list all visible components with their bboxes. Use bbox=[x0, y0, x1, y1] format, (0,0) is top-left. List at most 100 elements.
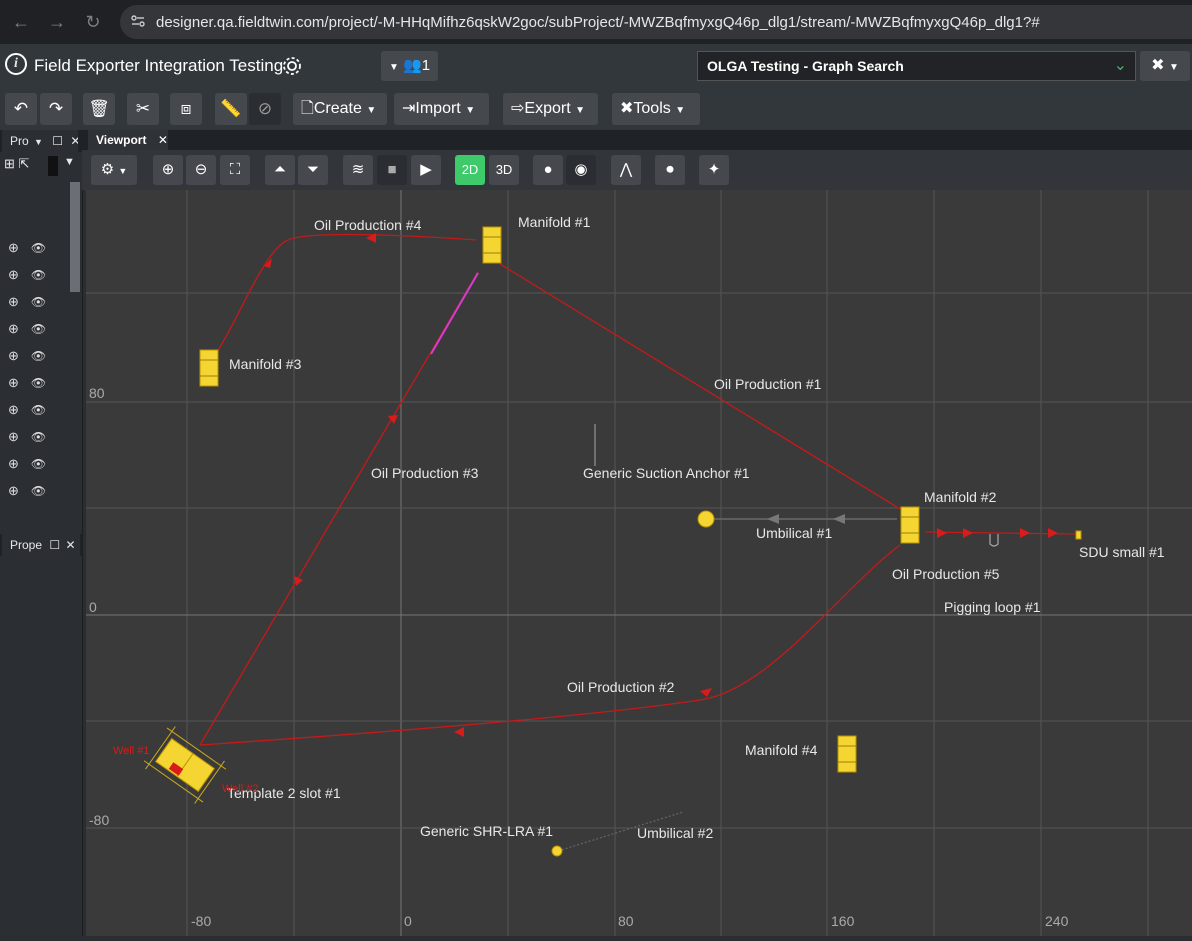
sdu-small-symbol[interactable] bbox=[1075, 530, 1082, 540]
visibility-icon[interactable]: 👁 bbox=[31, 349, 46, 363]
toggle-layer-icon[interactable]: ⊕ bbox=[8, 294, 19, 309]
manifold-1-symbol[interactable] bbox=[482, 226, 502, 264]
visibility-icon[interactable]: 👁 bbox=[31, 268, 46, 282]
well-1-label[interactable]: Well #1 bbox=[113, 745, 149, 757]
visibility-icon[interactable]: 👁 bbox=[31, 241, 46, 255]
project-item-row[interactable]: ⊕ 👁 bbox=[8, 429, 58, 451]
play-button[interactable]: ▶ bbox=[411, 155, 441, 185]
lower-surface-button[interactable]: ⏷ bbox=[298, 155, 328, 185]
project-item-row[interactable]: ⊕ 👁 bbox=[8, 456, 58, 478]
project-item-row[interactable]: ⊕ 👁 bbox=[8, 294, 58, 316]
toggle-layer-icon[interactable]: ⊕ bbox=[8, 348, 19, 363]
delete-button[interactable]: 🗑 bbox=[83, 93, 115, 125]
view-settings-button[interactable]: ⚙ ▼ bbox=[91, 155, 137, 185]
panel-search-field[interactable] bbox=[48, 156, 58, 176]
tools-menu-button[interactable]: ✖Tools ▼ bbox=[612, 93, 700, 125]
suction-anchor-symbol[interactable] bbox=[697, 510, 715, 528]
project-item-row[interactable]: ⊕ 👁 bbox=[8, 375, 58, 397]
undo-button[interactable]: ↶ bbox=[5, 93, 37, 125]
caret-down-icon[interactable]: ▼ bbox=[34, 137, 43, 147]
viewport-canvas[interactable]: 80 0 -80 -80 0 80 160 240 Manifold #1 Oi… bbox=[86, 190, 1192, 936]
mode-2d-button[interactable]: 2D bbox=[455, 155, 485, 185]
ai-button[interactable]: ✦ bbox=[699, 155, 729, 185]
users-dropdown-button[interactable]: ▼ 👥1 bbox=[381, 51, 438, 81]
visibility-icon[interactable]: 👁 bbox=[31, 403, 46, 417]
project-item-row[interactable]: ⊕ 👁 bbox=[8, 240, 58, 262]
oil-production-2-label[interactable]: Oil Production #2 bbox=[567, 679, 675, 695]
visibility-icon[interactable]: 👁 bbox=[31, 295, 46, 309]
create-menu-button[interactable]: 🗋Create ▼ bbox=[293, 93, 387, 125]
mode-3d-button[interactable]: 3D bbox=[489, 155, 519, 185]
manifold-2-symbol[interactable] bbox=[900, 506, 920, 544]
shr-lra-symbol[interactable] bbox=[551, 845, 563, 857]
manifold-3-label[interactable]: Manifold #3 bbox=[229, 356, 302, 372]
toggle-layer-icon[interactable]: ⊕ bbox=[8, 429, 19, 444]
properties-panel-tab[interactable]: Prope ☐ ✕ bbox=[2, 534, 80, 556]
toggle-layer-icon[interactable]: ⊕ bbox=[8, 321, 19, 336]
close-icon[interactable]: ✕ bbox=[65, 538, 75, 552]
visibility-icon[interactable]: 👁 bbox=[31, 322, 46, 336]
measure-button[interactable]: 📏 bbox=[215, 93, 247, 125]
raise-surface-button[interactable]: ⏶ bbox=[265, 155, 295, 185]
umbilical-2-label[interactable]: Umbilical #2 bbox=[637, 825, 713, 841]
oil-production-4-label[interactable]: Oil Production #4 bbox=[314, 217, 422, 233]
shr-lra-label[interactable]: Generic SHR-LRA #1 bbox=[420, 823, 553, 839]
close-icon[interactable]: ✕ bbox=[70, 134, 78, 148]
close-icon[interactable]: ✕ bbox=[158, 133, 168, 147]
toggle-layer-icon[interactable]: ⊕ bbox=[8, 240, 19, 255]
umbilical-1-label[interactable]: Umbilical #1 bbox=[756, 525, 832, 541]
layers-button[interactable]: ≋ bbox=[343, 155, 373, 185]
compass-button[interactable]: ⋀ bbox=[611, 155, 641, 185]
sdu-small-label[interactable]: SDU small #1 bbox=[1079, 544, 1165, 560]
oil-production-5-label[interactable]: Oil Production #5 bbox=[892, 566, 1000, 582]
toggle-layer-icon[interactable]: ⊕ bbox=[8, 483, 19, 498]
project-item-row[interactable]: ⊕ 👁 bbox=[8, 483, 58, 505]
zoom-out-button[interactable]: ⊖ bbox=[186, 155, 216, 185]
pigging-loop-label[interactable]: Pigging loop #1 bbox=[944, 599, 1041, 615]
project-item-row[interactable]: ⊕ 👁 bbox=[8, 402, 58, 424]
manifold-4-symbol[interactable] bbox=[837, 735, 857, 773]
back-icon[interactable]: ← bbox=[8, 9, 34, 35]
oil-production-2-line[interactable] bbox=[199, 544, 901, 746]
visibility-icon[interactable]: 👁 bbox=[31, 376, 46, 390]
panel-scrollbar[interactable] bbox=[70, 182, 80, 292]
manifold-4-label[interactable]: Manifold #4 bbox=[745, 742, 818, 758]
export-tree-icon[interactable]: ⇱ bbox=[19, 156, 30, 171]
maximize-icon[interactable]: ☐ bbox=[49, 538, 60, 552]
group-button[interactable]: ⧈ bbox=[170, 93, 202, 125]
project-title[interactable]: Field Exporter Integration Testing bbox=[34, 56, 283, 76]
suction-anchor-label[interactable]: Generic Suction Anchor #1 bbox=[583, 465, 750, 481]
project-settings-gear-icon[interactable] bbox=[281, 55, 303, 77]
viewport-tab[interactable]: Viewport ✕ bbox=[88, 130, 168, 150]
settings-tools-menu-button[interactable]: ✖ ▼ bbox=[1140, 51, 1190, 81]
manifold-1-label[interactable]: Manifold #1 bbox=[518, 214, 591, 230]
toggle-layer-icon[interactable]: ⊕ bbox=[8, 456, 19, 471]
toggle-layer-icon[interactable]: ⊕ bbox=[8, 375, 19, 390]
field-layout-canvas[interactable]: 80 0 -80 -80 0 80 160 240 Manifold #1 Oi… bbox=[86, 190, 1192, 936]
project-item-row[interactable]: ⊕ 👁 bbox=[8, 267, 58, 289]
redo-button[interactable]: ↷ bbox=[40, 93, 72, 125]
scenario-select[interactable]: OLGA Testing - Graph Search ⌄ bbox=[697, 51, 1136, 81]
maximize-icon[interactable]: ☐ bbox=[52, 134, 63, 148]
toggle-layer-icon[interactable]: ⊕ bbox=[8, 402, 19, 417]
record-button[interactable]: ⏺ bbox=[655, 155, 685, 185]
measure-off-button[interactable]: ⊘ bbox=[249, 93, 281, 125]
oil-production-3-label[interactable]: Oil Production #3 bbox=[371, 465, 479, 481]
selected-segment[interactable] bbox=[430, 272, 479, 355]
reload-icon[interactable]: ↻ bbox=[80, 9, 106, 35]
visibility-icon[interactable]: 👁 bbox=[31, 430, 46, 444]
visibility-icon[interactable]: 👁 bbox=[31, 457, 46, 471]
cut-button[interactable]: ✂ bbox=[127, 93, 159, 125]
zoom-in-button[interactable]: ⊕ bbox=[153, 155, 183, 185]
sphere-button[interactable]: ● bbox=[533, 155, 563, 185]
toggle-layer-icon[interactable]: ⊕ bbox=[8, 267, 19, 282]
forward-icon[interactable]: → bbox=[44, 9, 70, 35]
address-bar[interactable]: designer.qa.fieldtwin.com/project/-M-HHq… bbox=[120, 5, 1192, 39]
fit-view-button[interactable]: ⛶ bbox=[220, 155, 250, 185]
well-2-label[interactable]: Well #2 bbox=[222, 783, 258, 795]
filter-icon[interactable]: ▼ bbox=[64, 156, 75, 168]
site-settings-icon[interactable] bbox=[130, 13, 146, 29]
pigging-loop-symbol[interactable] bbox=[989, 534, 999, 547]
app-logo-icon[interactable]: i bbox=[5, 53, 27, 75]
lighting-button[interactable]: ◉ bbox=[566, 155, 596, 185]
